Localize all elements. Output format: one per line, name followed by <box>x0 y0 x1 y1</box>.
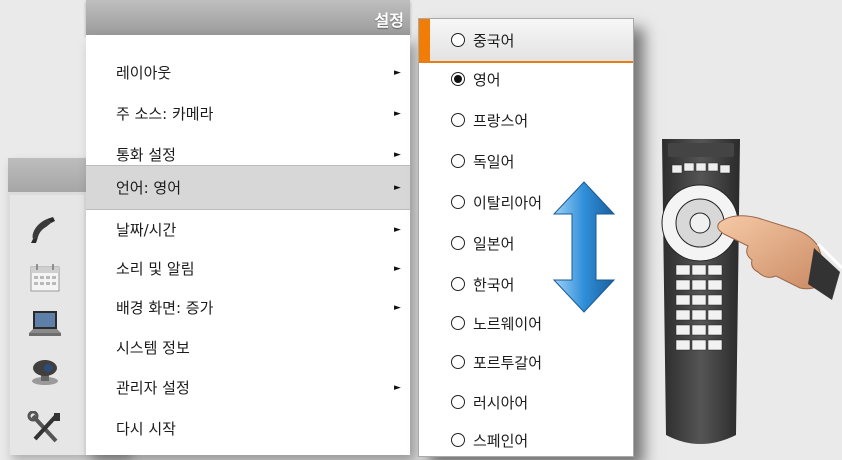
language-option-russian[interactable]: 러시아어 <box>419 382 633 422</box>
tools-icon[interactable] <box>18 406 72 450</box>
menu-item-language[interactable]: 언어: 영어 ► <box>86 165 410 210</box>
submenu-arrow-icon: ► <box>394 263 401 274</box>
menu-item-label: 날짜/시간 <box>116 221 177 239</box>
submenu-arrow-icon: ► <box>394 182 401 193</box>
language-label: 일본어 <box>473 234 515 253</box>
radio-button[interactable] <box>451 355 465 369</box>
settings-menu-title: 설정 <box>374 11 404 30</box>
menu-item-date-time[interactable]: 날짜/시간 ► <box>86 209 410 250</box>
menu-item-sounds-alerts[interactable]: 소리 및 알림 ► <box>86 248 410 289</box>
radio-button[interactable] <box>451 236 465 250</box>
menu-item-label: 레이아웃 <box>116 64 172 82</box>
language-option-spanish[interactable]: 스페인어 <box>419 420 633 460</box>
menu-item-system-info[interactable]: 시스템 정보 <box>86 327 410 368</box>
calendar-icon[interactable] <box>18 255 72 299</box>
menu-item-label: 배경 화면: 증가 <box>116 299 214 317</box>
submenu-arrow-icon: ► <box>394 224 401 235</box>
submenu-arrow-icon: ► <box>394 67 401 78</box>
language-label: 이탈리아어 <box>473 193 543 212</box>
camera-icon[interactable] <box>18 349 72 393</box>
radio-button[interactable] <box>451 33 465 47</box>
phone-icon[interactable] <box>18 208 72 252</box>
language-label: 독일어 <box>473 152 515 171</box>
settings-menu: 레이아웃 ► 주 소스: 카메라 ► 통화 설정 ► 언어: 영어 ► 날짜/시… <box>86 35 410 455</box>
language-label: 프랑스어 <box>473 111 529 130</box>
submenu-arrow-icon: ► <box>394 302 401 313</box>
menu-item-label: 주 소스: 카메라 <box>116 105 214 123</box>
radio-button[interactable] <box>451 113 465 127</box>
language-label: 영어 <box>473 70 501 89</box>
scroll-up-down-arrow-icon <box>548 180 620 318</box>
laptop-icon[interactable] <box>18 302 72 346</box>
language-label: 한국어 <box>473 275 515 294</box>
focus-indicator <box>419 19 430 61</box>
radio-button[interactable] <box>451 195 465 209</box>
submenu-arrow-icon: ► <box>394 382 401 393</box>
menu-item-wallpaper[interactable]: 배경 화면: 증가 ► <box>86 287 410 328</box>
menu-item-label: 통화 설정 <box>116 146 176 164</box>
language-label: 노르웨이어 <box>473 314 543 333</box>
language-option-chinese[interactable]: 중국어 <box>419 19 633 63</box>
menu-item-layout[interactable]: 레이아웃 ► <box>86 52 410 93</box>
radio-button[interactable] <box>451 395 465 409</box>
language-option-german[interactable]: 독일어 <box>419 141 633 181</box>
pointing-hand-icon <box>714 188 842 322</box>
radio-button[interactable] <box>451 72 465 86</box>
menu-item-label: 언어: 영어 <box>116 179 182 197</box>
language-label: 러시아어 <box>473 393 529 412</box>
language-label: 중국어 <box>473 31 515 50</box>
language-label: 포르투갈어 <box>473 353 543 372</box>
menu-item-label: 관리자 설정 <box>116 379 190 397</box>
language-option-portuguese[interactable]: 포르투갈어 <box>419 342 633 382</box>
menu-item-admin-settings[interactable]: 관리자 설정 ► <box>86 367 410 408</box>
menu-item-label: 다시 시작 <box>116 420 176 438</box>
radio-button[interactable] <box>451 277 465 291</box>
submenu-arrow-icon: ► <box>394 108 401 119</box>
submenu-arrow-icon: ► <box>394 149 401 160</box>
menu-item-label: 소리 및 알림 <box>116 260 195 278</box>
radio-button[interactable] <box>451 154 465 168</box>
language-option-french[interactable]: 프랑스어 <box>419 100 633 140</box>
menu-item-restart[interactable]: 다시 시작 <box>86 408 410 449</box>
radio-button[interactable] <box>451 433 465 447</box>
menu-item-label: 시스템 정보 <box>116 339 190 357</box>
language-label: 스페인어 <box>473 431 529 450</box>
settings-menu-header: 설정 <box>86 0 410 35</box>
language-option-english[interactable]: 영어 <box>419 59 633 99</box>
menu-item-main-source[interactable]: 주 소스: 카메라 ► <box>86 93 410 134</box>
radio-button[interactable] <box>451 316 465 330</box>
